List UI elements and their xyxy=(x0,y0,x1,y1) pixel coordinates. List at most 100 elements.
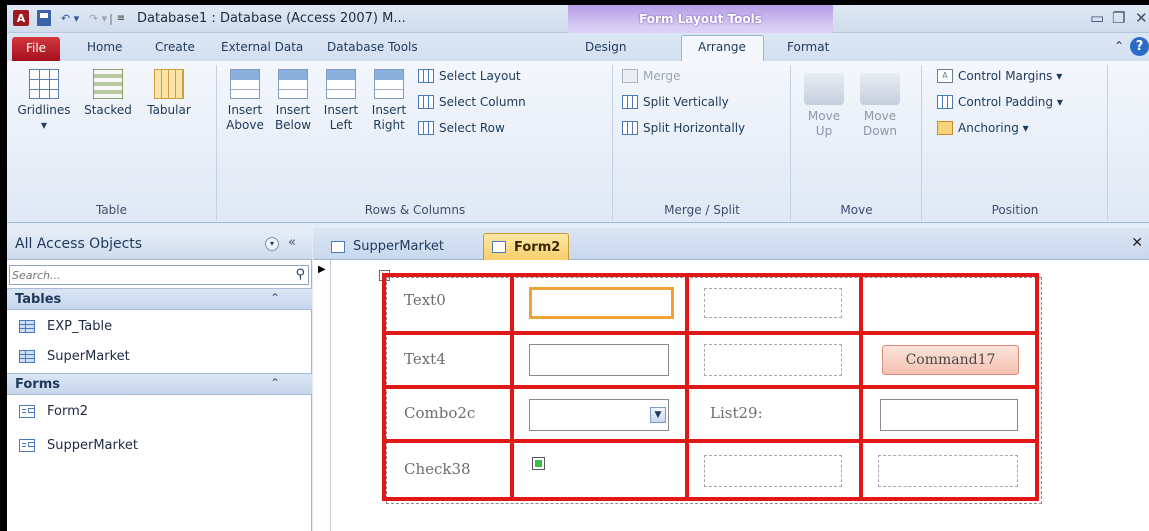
label-check38[interactable]: Check38 xyxy=(404,460,471,478)
layout-cell[interactable] xyxy=(382,331,514,389)
nav-title: All Access Objects xyxy=(15,236,143,252)
insert-right-icon xyxy=(374,69,404,99)
doc-tab-suppermarket[interactable]: SupperMarket xyxy=(323,233,452,260)
undo-icon[interactable]: ↶ ▾ xyxy=(59,10,81,26)
empty-cell-placeholder[interactable] xyxy=(704,455,842,487)
select-row-button[interactable]: Select Row xyxy=(418,121,505,135)
table-icon xyxy=(19,319,35,333)
empty-cell-placeholder[interactable] xyxy=(704,344,842,376)
record-selector[interactable]: ▶ xyxy=(313,260,331,531)
tabular-icon xyxy=(154,69,184,99)
checkbox-check38[interactable] xyxy=(532,457,545,470)
empty-cell-placeholder[interactable] xyxy=(878,455,1018,487)
control-padding-icon xyxy=(937,95,953,109)
minimize-ribbon-icon[interactable]: ⌃ xyxy=(1114,39,1124,53)
restore-icon[interactable]: ❐ xyxy=(1112,9,1125,27)
stacked-button[interactable]: Stacked xyxy=(79,69,137,118)
tab-database-tools[interactable]: Database Tools xyxy=(327,40,418,54)
split-vertically-button[interactable]: Split Vertically xyxy=(622,95,729,109)
move-up-button[interactable]: Move Up xyxy=(798,73,850,139)
group-label-rows-columns: Rows & Columns xyxy=(364,203,466,217)
nav-item-form2[interactable]: Form2 xyxy=(7,396,312,426)
control-padding-button[interactable]: Control Padding ▾ xyxy=(937,95,1063,109)
tab-format[interactable]: Format xyxy=(787,40,829,54)
chevron-up-icon: ⌃ xyxy=(270,291,281,305)
move-down-icon xyxy=(860,73,900,105)
insert-right-button[interactable]: Insert Right xyxy=(366,69,412,133)
insert-above-button[interactable]: Insert Above xyxy=(222,69,268,133)
dropdown-arrow-icon[interactable]: ▼ xyxy=(650,407,666,423)
access-window: A ↶ ▾ ↷ ▾ | ≡ Database1 : Database (Acce… xyxy=(7,5,1149,531)
empty-cell-placeholder[interactable] xyxy=(704,288,842,318)
merge-button[interactable]: Merge xyxy=(622,69,680,83)
close-window-icon[interactable]: ✕ xyxy=(1135,9,1148,27)
nav-search-box: ⚲ xyxy=(9,265,309,285)
ribbon: Gridlines ▾ Stacked Tabular Table Insert A… xyxy=(7,61,1149,223)
tab-design[interactable]: Design xyxy=(585,40,626,54)
combobox[interactable]: ▼ xyxy=(529,399,669,431)
tab-create[interactable]: Create xyxy=(155,40,195,54)
group-label-merge-split: Merge / Split xyxy=(664,203,740,217)
redo-icon[interactable]: ↷ ▾ xyxy=(87,10,109,26)
contextual-title: Form Layout Tools xyxy=(639,12,762,26)
insert-left-button[interactable]: Insert Left xyxy=(318,69,364,133)
control-margins-button[interactable]: A Control Margins ▾ xyxy=(937,69,1062,83)
form-icon xyxy=(492,241,506,253)
save-icon[interactable] xyxy=(37,10,51,26)
nav-item-supermarket-table[interactable]: SuperMarket xyxy=(7,341,312,371)
access-logo-icon[interactable]: A xyxy=(13,10,29,26)
select-column-button[interactable]: Select Column xyxy=(418,95,526,109)
nav-section-forms[interactable]: Forms ⌃ xyxy=(7,373,312,395)
minimize-icon[interactable]: ▭ xyxy=(1090,9,1104,27)
listbox-list29[interactable] xyxy=(880,399,1018,431)
gridlines-button[interactable]: Gridlines ▾ xyxy=(15,69,73,133)
nav-section-tables[interactable]: Tables ⌃ xyxy=(7,288,312,310)
close-document-icon[interactable]: ✕ xyxy=(1131,235,1143,251)
nav-item-suppermarket-form[interactable]: SupperMarket xyxy=(7,430,312,460)
insert-below-button[interactable]: Insert Below xyxy=(270,69,316,133)
tab-home[interactable]: Home xyxy=(87,40,122,54)
select-row-icon xyxy=(418,121,434,135)
group-table: Gridlines ▾ Stacked Tabular Table xyxy=(7,65,217,221)
help-icon[interactable]: ? xyxy=(1130,37,1149,56)
shutter-bar-collapse-icon[interactable]: « xyxy=(288,235,296,250)
anchoring-icon xyxy=(937,121,953,135)
label-text0[interactable]: Text0 xyxy=(404,291,446,309)
select-column-icon xyxy=(418,95,434,109)
nav-menu-dropdown-icon[interactable]: ▾ xyxy=(265,237,279,251)
customize-qat-icon[interactable]: ≡ xyxy=(115,10,127,26)
label-list29[interactable]: List29: xyxy=(710,404,763,422)
label-text4[interactable]: Text4 xyxy=(404,350,446,368)
textbox-text0[interactable] xyxy=(529,287,674,319)
navigation-pane: All Access Objects ▾ « ⚲ Tables ⌃ EXP_Ta… xyxy=(7,228,312,531)
search-icon[interactable]: ⚲ xyxy=(295,267,305,282)
select-layout-icon xyxy=(418,69,434,83)
group-move: Move Up Move Down Move xyxy=(792,65,922,221)
tab-arrange[interactable]: Arrange xyxy=(698,40,746,54)
insert-below-icon xyxy=(278,69,308,99)
layout-cell[interactable] xyxy=(510,439,689,501)
command17-button[interactable]: Command17 xyxy=(882,345,1019,375)
current-record-arrow-icon: ▶ xyxy=(318,264,326,275)
doc-tab-form2[interactable]: Form2 xyxy=(483,233,570,260)
group-label-move: Move xyxy=(840,203,873,217)
nav-item-exp-table[interactable]: EXP_Table xyxy=(7,311,312,341)
label-combo[interactable]: Combo2c xyxy=(404,404,475,422)
group-rows-columns: Insert Above Insert Below Insert Left Inser… xyxy=(218,65,613,221)
move-down-button[interactable]: Move Down xyxy=(854,73,906,139)
form-icon xyxy=(19,404,35,418)
nav-header[interactable]: All Access Objects ▾ « xyxy=(7,228,312,260)
tab-external-data[interactable]: External Data xyxy=(221,40,303,54)
select-layout-button[interactable]: Select Layout xyxy=(418,69,521,83)
anchoring-button[interactable]: Anchoring ▾ xyxy=(937,121,1029,135)
tabular-button[interactable]: Tabular xyxy=(140,69,198,118)
insert-above-icon xyxy=(230,69,260,99)
textbox-text4[interactable] xyxy=(529,344,669,376)
layout-cell[interactable] xyxy=(859,273,1039,335)
form-canvas: + Text0 Text4 Command17 Combo2c ▼ List29… xyxy=(332,260,1149,531)
tab-file[interactable]: File xyxy=(12,37,60,61)
split-horizontally-button[interactable]: Split Horizontally xyxy=(622,121,745,135)
nav-search-input[interactable] xyxy=(12,267,282,283)
stacked-icon xyxy=(93,69,123,99)
layout-cell[interactable] xyxy=(382,273,514,335)
